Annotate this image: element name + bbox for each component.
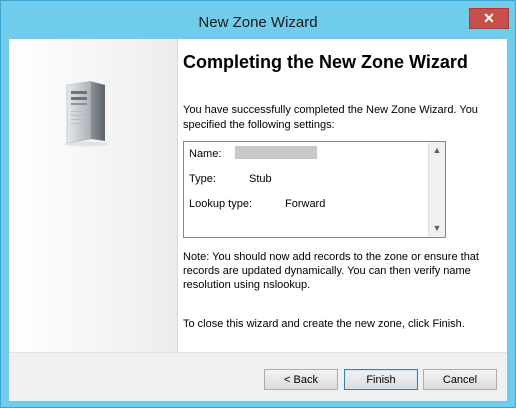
wizard-window: New Zone Wizard ✕ Completing the New Zon… <box>0 0 516 408</box>
back-button[interactable]: < Back <box>264 369 338 390</box>
server-icon <box>64 79 108 147</box>
finish-instruction: To close this wizard and create the new … <box>183 318 465 330</box>
type-row: Type: Stub <box>189 173 272 185</box>
window-title: New Zone Wizard <box>198 14 318 31</box>
name-value-redacted <box>235 146 317 159</box>
settings-summary-box[interactable]: Name: Type: Stub Lookup type: Forward ▲ … <box>183 141 446 238</box>
cancel-button[interactable]: Cancel <box>423 369 497 390</box>
title-bar[interactable]: New Zone Wizard ✕ <box>1 1 515 39</box>
note-text: Note: You should now add records to the … <box>183 251 479 291</box>
name-row: Name: <box>189 148 221 160</box>
wizard-side-panel <box>9 39 177 352</box>
close-icon: ✕ <box>483 10 495 26</box>
wizard-client-area: Completing the New Zone Wizard You have … <box>9 39 507 401</box>
settings-scrollbar[interactable]: ▲ ▼ <box>428 142 445 237</box>
lookup-type-label: Lookup type: <box>189 198 252 210</box>
name-label: Name: <box>189 148 222 160</box>
side-panel-divider <box>177 39 178 352</box>
lookup-type-row: Lookup type: Forward <box>189 198 325 210</box>
page-title: Completing the New Zone Wizard <box>183 52 468 72</box>
type-value: Stub <box>249 173 272 185</box>
type-label: Type: <box>189 173 216 185</box>
button-bar: < Back Finish Cancel <box>9 352 507 401</box>
lookup-type-value: Forward <box>285 198 326 210</box>
close-button[interactable]: ✕ <box>469 8 509 29</box>
finish-button[interactable]: Finish <box>344 369 418 390</box>
chevron-up-icon[interactable]: ▲ <box>430 143 444 158</box>
chevron-down-icon[interactable]: ▼ <box>430 221 444 236</box>
intro-text: You have successfully completed the New … <box>183 104 478 131</box>
